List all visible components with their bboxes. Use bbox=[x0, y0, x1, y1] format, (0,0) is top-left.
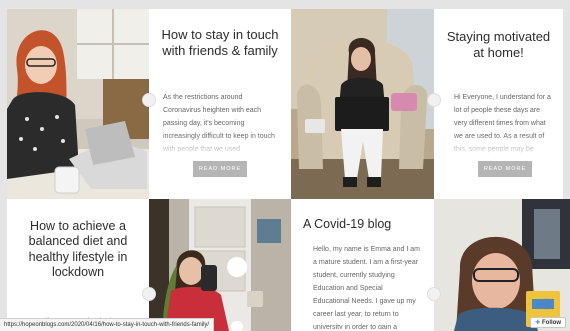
post-title[interactable]: Staying motivated at home! bbox=[444, 29, 553, 61]
post-title[interactable]: A Covid-19 blog bbox=[303, 217, 424, 232]
follow-label: Follow bbox=[542, 320, 561, 326]
post-image-mirror-selfie[interactable] bbox=[149, 199, 291, 331]
post-excerpt: Hello, my name is Emma and I am a mature… bbox=[313, 246, 420, 329]
post-title[interactable]: How to stay in touch with friends & fami… bbox=[159, 27, 281, 59]
read-more-button[interactable]: READ MORE bbox=[193, 161, 247, 177]
post-card-balanced-diet[interactable]: How to achieve a balanced diet and healt… bbox=[7, 199, 149, 331]
follow-button[interactable]: ✚ Follow bbox=[530, 317, 566, 328]
slider-dot[interactable] bbox=[142, 287, 156, 301]
slider-dot[interactable] bbox=[142, 93, 156, 107]
excerpt-fade bbox=[149, 135, 291, 157]
post-image-laptop-woman[interactable] bbox=[7, 9, 149, 199]
slider-dot[interactable] bbox=[427, 287, 441, 301]
post-card-staying-motivated[interactable]: Staying motivated at home! Hi Everyone, … bbox=[434, 9, 563, 199]
post-image-woman-glasses[interactable] bbox=[434, 199, 570, 331]
slider-dot[interactable] bbox=[427, 93, 441, 107]
status-bar-url: https://hopeonblogs.com/2020/04/16/how-t… bbox=[0, 318, 215, 331]
follow-icon: ✚ bbox=[535, 320, 541, 326]
blog-post-grid: How to stay in touch with friends & fami… bbox=[0, 0, 570, 331]
read-more-button[interactable]: READ MORE bbox=[478, 161, 532, 177]
excerpt-fade bbox=[434, 135, 563, 157]
post-title[interactable]: How to achieve a balanced diet and healt… bbox=[17, 219, 139, 280]
post-image-armchair-woman[interactable] bbox=[291, 9, 434, 199]
post-card-stay-in-touch[interactable]: How to stay in touch with friends & fami… bbox=[149, 9, 291, 199]
post-card-covid-blog[interactable]: A Covid-19 blog Hello, my name is Emma a… bbox=[291, 199, 434, 331]
